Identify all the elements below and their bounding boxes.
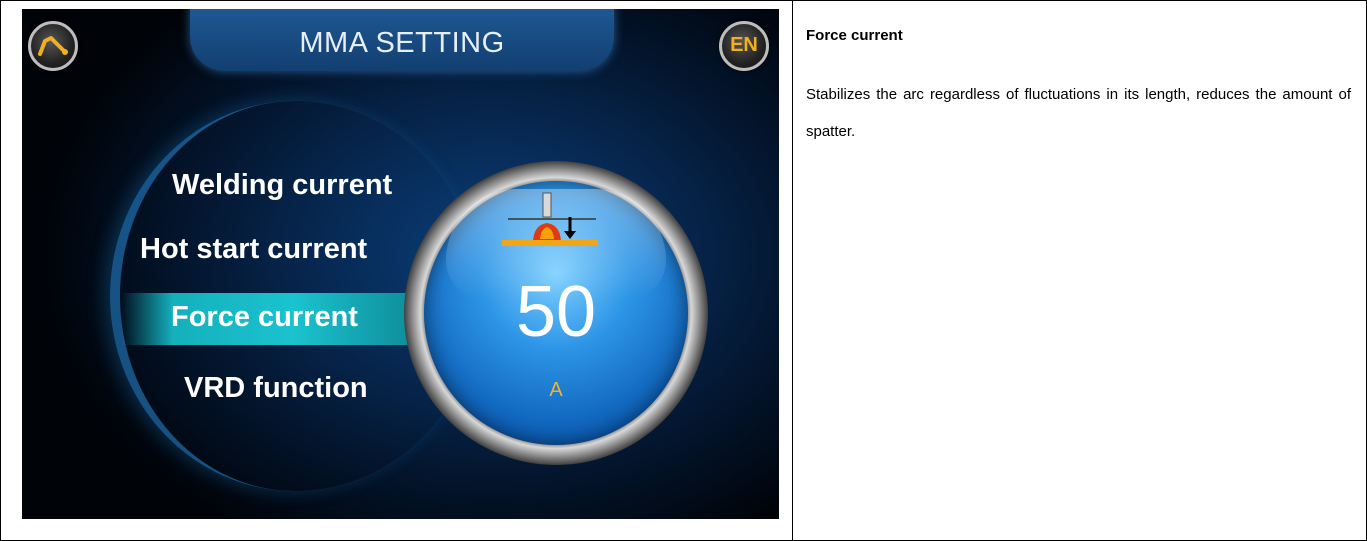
language-button[interactable]: EN (719, 21, 769, 71)
menu-item-force-current[interactable]: Force current (171, 301, 358, 334)
info-title: Force current (806, 27, 903, 44)
home-button[interactable] (28, 21, 78, 71)
column-divider (792, 0, 793, 541)
welding-torch-icon (38, 36, 68, 56)
menu-item-vrd-function[interactable]: VRD function (184, 372, 368, 405)
parameter-unit: A (549, 379, 563, 401)
menu-item-welding-current[interactable]: Welding current (172, 169, 392, 202)
parameter-value: 50 (515, 272, 597, 352)
language-label: EN (730, 34, 758, 56)
welder-display: MMA SETTING EN Welding current Hot start… (22, 9, 779, 519)
screen-title: MMA SETTING (299, 27, 505, 59)
menu-item-hot-start-current[interactable]: Hot start current (140, 233, 367, 266)
force-current-icon (502, 192, 598, 246)
info-description: Stabilizes the arc regardless of fluctua… (806, 86, 1351, 140)
